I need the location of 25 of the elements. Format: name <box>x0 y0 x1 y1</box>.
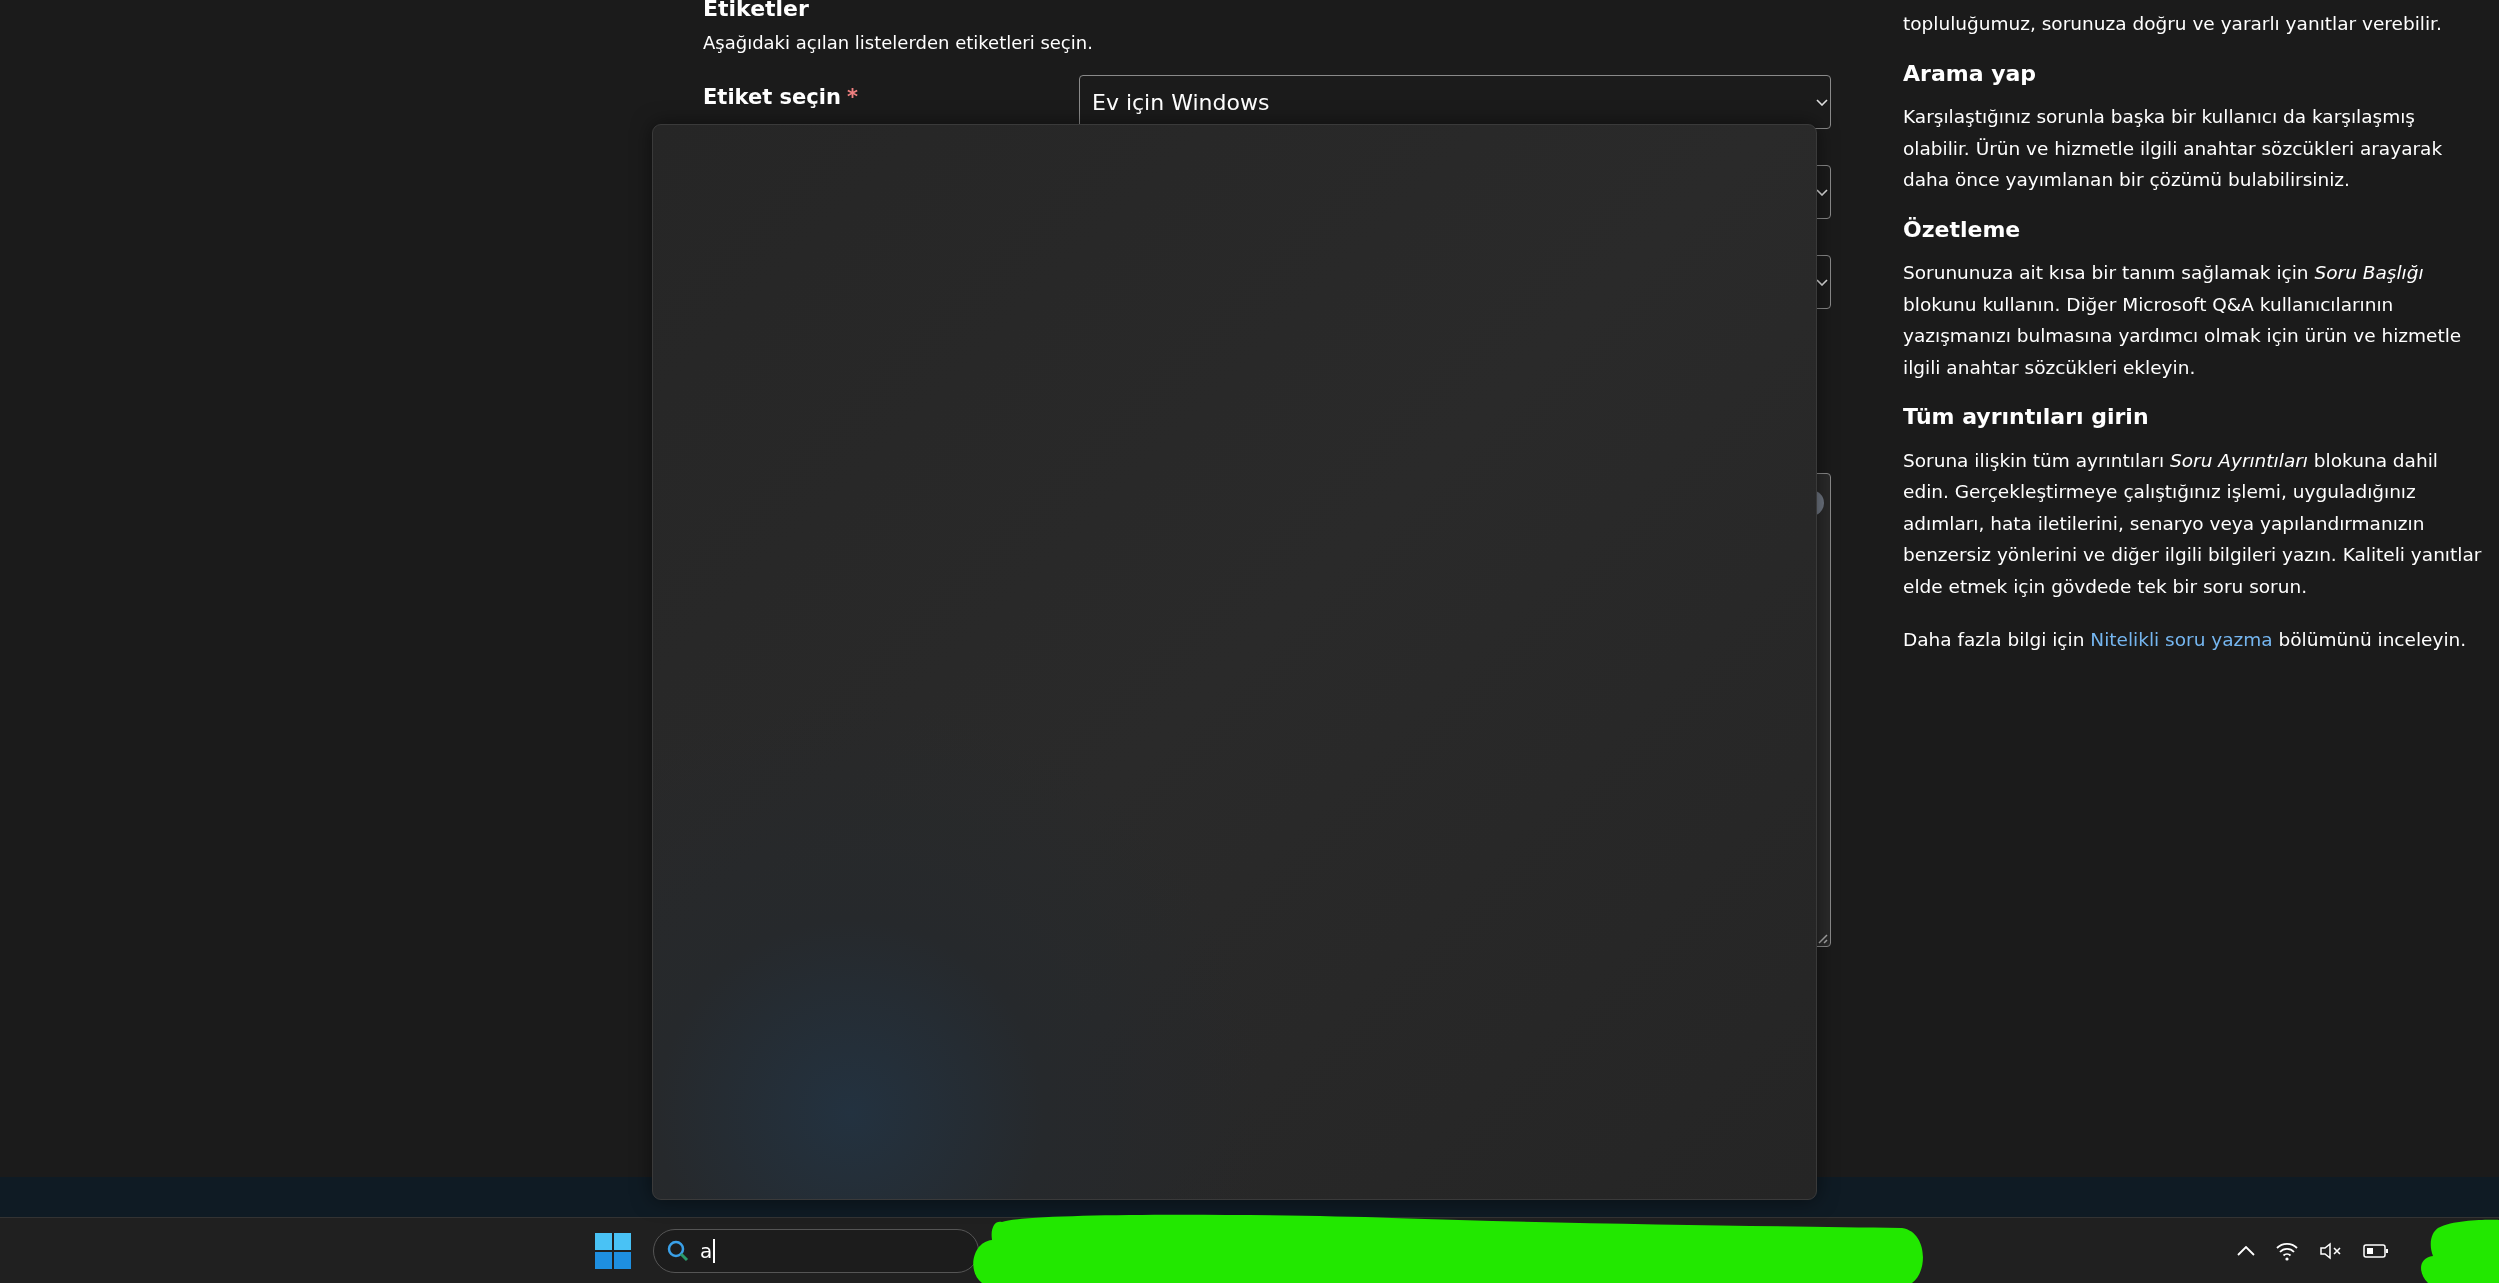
dropdown[interactable]: Ev için Windows <box>1079 75 1831 129</box>
help-link[interactable]: Nitelikli soru yazma <box>2090 629 2273 650</box>
chevron-down-icon <box>1816 278 1828 286</box>
chevron-down-icon <box>1816 98 1828 106</box>
subheading: Özetleme <box>1903 215 2022 244</box>
battery-icon[interactable] <box>2363 1242 2389 1259</box>
text-cursor <box>713 1238 716 1263</box>
search-field[interactable]: a <box>653 1228 979 1273</box>
chevron-down-icon <box>1816 188 1828 196</box>
section-heading: Etiketler <box>703 0 810 22</box>
paragraph: topluluğumuz, sorunuza doğru ve yararlı yanıtlar verebilir. <box>1903 12 2443 36</box>
subheading: Arama yap <box>1903 59 2038 88</box>
paragraph: Daha fazla bilgi için Nitelikli soru yazma bölümünü inceleyin. <box>1903 628 2468 652</box>
subheading: Tüm ayrıntıları girin <box>1903 403 2150 431</box>
search-icon <box>666 1238 690 1263</box>
windows-logo-icon[interactable] <box>595 1232 631 1269</box>
paragraph: Sorununuza ait kısa bir tanım sağlamak için Soru Başlığı blokunu kullanın. Diğer Microsoft Q&A kullanıcılarının yazışmanızı bulmasına yardımcı olmak için ürün ve hizmetle ilgili anahtar sözcükleri ekleyin. <box>1903 261 2463 380</box>
field-label: Etiket seçin * <box>703 84 859 109</box>
paragraph: Soruna ilişkin tüm ayrıntıları Soru Ayrıntıları blokuna dahil edin. Gerçekleştirmeye çalıştığınız işlemi, uyguladığınız adımları, hata iletilerini, senaryo veya yapılandırmanızın benzersiz yönlerini ve diğer ilgili bilgileri yazın. Kaliteli yanıtlar elde etmek için gövdede tek bir soru sorun. <box>1903 448 2483 599</box>
wifi-icon[interactable] <box>2275 1240 2299 1261</box>
section-description: Aşağıdaki açılan listelerden etiketleri seçin. <box>703 32 1094 53</box>
paragraph: Karşılaştığınız sorunla başka bir kullanıcı da karşılaşmış olabilir. Ürün ve hizmetle ilgili anahtar sözcükleri arayarak daha önce yayımlanan bir çözümü bulabilirsiniz. <box>1903 105 2444 192</box>
chevron-up-icon[interactable] <box>2237 1245 2255 1256</box>
resize-grip-icon[interactable] <box>1816 932 1828 944</box>
speaker-muted-icon[interactable] <box>2319 1240 2343 1261</box>
